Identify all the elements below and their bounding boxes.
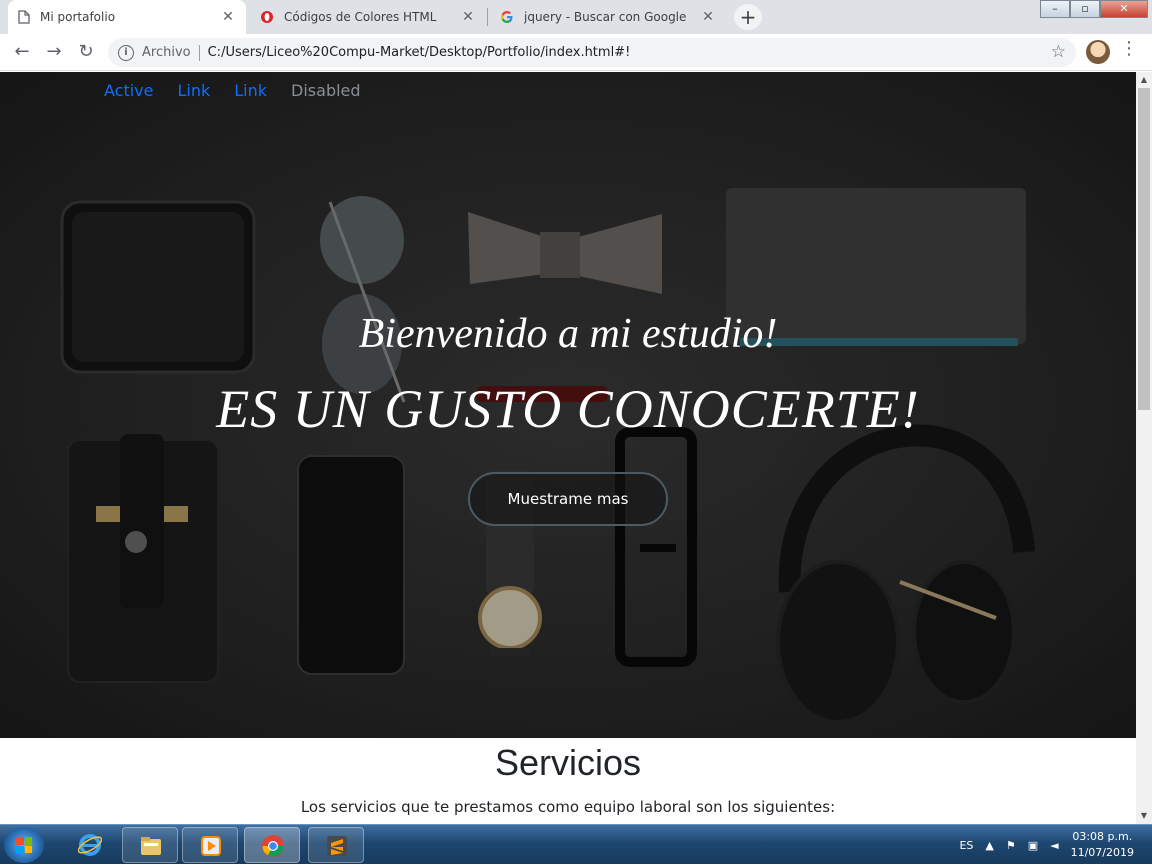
tab-codigos-colores[interactable]: Códigos de Colores HTML ✕ — [250, 0, 486, 34]
tab-title: Códigos de Colores HTML — [284, 10, 437, 24]
nav-link-1[interactable]: Link — [166, 80, 223, 102]
divider — [198, 44, 200, 61]
back-button[interactable]: ← — [6, 36, 38, 68]
show-more-button[interactable]: Muestrame mas — [468, 472, 668, 526]
tab-mi-portafolio[interactable]: Mi portafolio ✕ — [8, 0, 246, 34]
sublime-text-button[interactable] — [308, 827, 364, 863]
window-controls: – ▫ ✕ — [1040, 0, 1148, 18]
close-tab-icon[interactable]: ✕ — [700, 9, 716, 25]
nav-link-active[interactable]: Active — [92, 80, 166, 102]
minimize-button[interactable]: – — [1040, 0, 1070, 18]
restore-button[interactable]: ▫ — [1070, 0, 1100, 18]
menu-icon[interactable]: ⋮ — [1120, 38, 1138, 59]
file-chip: Archivo — [142, 45, 191, 60]
browser-toolbar: ← → ↻ i Archivo C:/Users/Liceo%20Compu-M… — [0, 34, 1152, 71]
bookmark-star-icon[interactable]: ☆ — [1051, 42, 1066, 62]
page-scrollbar[interactable]: ▲ ▼ — [1136, 72, 1152, 824]
tab-title: Mi portafolio — [40, 10, 116, 24]
network-icon[interactable]: ▣ — [1028, 839, 1038, 852]
hero-title: ES UN GUSTO CONOCERTE! — [216, 379, 920, 439]
tab-title: jquery - Buscar con Google — [524, 10, 687, 24]
info-icon[interactable]: i — [118, 44, 134, 61]
profile-avatar[interactable] — [1086, 40, 1110, 64]
action-center-icon[interactable]: ⚑ — [1006, 839, 1016, 852]
services-title: Servicios — [494, 742, 642, 783]
services-description: Los servicios que te prestamos como equi… — [300, 798, 836, 816]
language-indicator[interactable]: ES — [959, 839, 973, 852]
page-viewport: Active Link Link Disabled Bienvenido a m… — [0, 72, 1136, 824]
nav-link-disabled: Disabled — [291, 81, 361, 100]
browser-tabstrip: Mi portafolio ✕ Códigos de Colores HTML … — [0, 0, 1152, 34]
file-explorer-icon — [141, 837, 161, 855]
file-explorer-button[interactable] — [122, 827, 178, 863]
windows-flag-icon — [16, 837, 32, 853]
media-player-icon — [201, 836, 221, 856]
internet-explorer-button[interactable] — [62, 827, 118, 863]
opera-icon — [261, 11, 273, 23]
start-button[interactable] — [4, 827, 44, 863]
clock[interactable]: 03:08 p.m. 11/07/2019 — [1071, 829, 1134, 861]
address-bar[interactable]: i Archivo C:/Users/Liceo%20Compu-Market/… — [108, 38, 1076, 67]
internet-explorer-icon — [78, 834, 102, 856]
close-tab-icon[interactable]: ✕ — [460, 9, 476, 25]
google-icon — [501, 11, 513, 23]
sublime-text-icon — [327, 836, 347, 856]
page-icon — [18, 10, 30, 24]
tab-separator — [487, 8, 488, 26]
tray-expand-icon[interactable]: ▲ — [985, 839, 993, 852]
page-navbar: Active Link Link Disabled — [92, 80, 373, 102]
chrome-icon — [262, 835, 284, 857]
reload-button[interactable]: ↻ — [70, 36, 102, 68]
close-tab-icon[interactable]: ✕ — [220, 9, 236, 25]
close-window-button[interactable]: ✕ — [1100, 0, 1148, 18]
scroll-down-arrow-icon[interactable]: ▼ — [1136, 808, 1152, 824]
tab-jquery-google[interactable]: jquery - Buscar con Google ✕ — [490, 0, 726, 34]
scroll-up-arrow-icon[interactable]: ▲ — [1136, 72, 1152, 88]
new-tab-button[interactable]: + — [734, 4, 762, 30]
forward-button[interactable]: → — [38, 36, 70, 68]
hero-section: Active Link Link Disabled Bienvenido a m… — [0, 72, 1136, 738]
hero-subtitle: Bienvenido a mi estudio! — [358, 311, 778, 357]
scroll-thumb[interactable] — [1138, 88, 1150, 410]
url-text[interactable]: C:/Users/Liceo%20Compu-Market/Desktop/Po… — [208, 45, 631, 60]
media-player-button[interactable] — [182, 827, 238, 863]
clock-time: 03:08 p.m. — [1072, 830, 1133, 843]
system-tray: ES ▲ ⚑ ▣ ◄ 03:08 p.m. 11/07/2019 — [959, 825, 1152, 865]
volume-muted-icon[interactable]: ◄ — [1050, 839, 1058, 852]
windows-taskbar: ES ▲ ⚑ ▣ ◄ 03:08 p.m. 11/07/2019 — [0, 824, 1152, 864]
chrome-button[interactable] — [244, 827, 300, 863]
nav-link-2[interactable]: Link — [222, 80, 279, 102]
clock-date: 11/07/2019 — [1070, 846, 1134, 859]
